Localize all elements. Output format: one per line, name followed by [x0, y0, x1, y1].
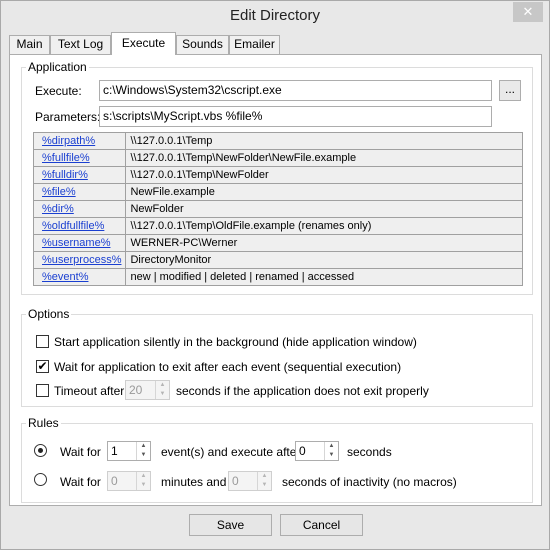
rule2-minutes-stepper[interactable]: 0 ▲ ▼: [107, 471, 151, 491]
macro-value: DirectoryMonitor: [125, 251, 523, 269]
table-row: %dirpath% \\127.0.0.1\Temp: [32, 132, 523, 150]
table-row: %username% WERNER-PC\Werner: [32, 234, 523, 252]
tab-text-log[interactable]: Text Log: [50, 35, 111, 54]
arrow-down-icon[interactable]: ▼: [325, 451, 338, 460]
timeout-suffix: seconds if the application does not exit…: [176, 384, 429, 398]
macro-link-fulldir[interactable]: %fulldir%: [32, 166, 127, 184]
rule2-seconds-stepper[interactable]: 0 ▲ ▼: [228, 471, 272, 491]
window-title: Edit Directory: [229, 7, 321, 24]
execute-input[interactable]: c:\Windows\System32\cscript.exe: [99, 80, 492, 101]
macro-link-dir[interactable]: %dir%: [32, 200, 127, 218]
macro-value: \\127.0.0.1\Temp\NewFolder: [125, 166, 523, 184]
rule2-radio[interactable]: [34, 473, 47, 486]
tab-execute[interactable]: Execute: [111, 32, 176, 55]
table-row: %fulldir% \\127.0.0.1\Temp\NewFolder: [32, 166, 523, 184]
tab-main[interactable]: Main: [9, 35, 50, 54]
tab-sounds[interactable]: Sounds: [176, 35, 229, 54]
arrow-up-icon[interactable]: ▲: [325, 442, 338, 451]
table-row: %oldfullfile% \\127.0.0.1\Temp\OldFile.e…: [32, 217, 523, 235]
edit-directory-window: Edit Directory ✕ Main Text Log Execute S…: [0, 0, 550, 550]
timeout-value: 20: [129, 383, 143, 397]
macro-value: new | modified | deleted | renamed | acc…: [125, 268, 523, 286]
table-row: %userprocess% DirectoryMonitor: [32, 251, 523, 269]
rule2-prefix: Wait for: [60, 475, 101, 489]
arrow-down-icon[interactable]: ▼: [137, 451, 150, 460]
wait-exit-checkbox[interactable]: ✔: [36, 360, 49, 373]
timeout-stepper[interactable]: 20 ▲ ▼: [125, 380, 170, 400]
arrow-up-icon[interactable]: ▲: [137, 442, 150, 451]
spin-arrows: ▲ ▼: [324, 442, 338, 460]
macro-link-userprocess[interactable]: %userprocess%: [32, 251, 127, 269]
macro-link-file[interactable]: %file%: [32, 183, 127, 201]
rules-group-label: Rules: [26, 416, 61, 430]
rule2-seconds-value: 0: [232, 474, 239, 488]
radio-selected-dot: [38, 448, 43, 453]
title-bar: Edit Directory ✕: [1, 1, 549, 33]
arrow-up-icon[interactable]: ▲: [156, 381, 169, 390]
macro-value: NewFile.example: [125, 183, 523, 201]
macro-value: \\127.0.0.1\Temp\OldFile.example (rename…: [125, 217, 523, 235]
options-group-label: Options: [26, 307, 72, 321]
rule1-events-stepper[interactable]: 1 ▲ ▼: [107, 441, 151, 461]
macro-link-event[interactable]: %event%: [32, 268, 127, 286]
table-row: %event% new | modified | deleted | renam…: [32, 268, 523, 286]
arrow-down-icon[interactable]: ▼: [137, 481, 150, 490]
rule1-seconds-stepper[interactable]: 0 ▲ ▼: [295, 441, 339, 461]
macro-link-fullfile[interactable]: %fullfile%: [32, 149, 127, 167]
wait-exit-label: Wait for application to exit after each …: [54, 360, 402, 374]
rule2-suffix: seconds of inactivity (no macros): [282, 475, 457, 489]
timeout-checkbox[interactable]: ✔: [36, 384, 49, 397]
arrow-up-icon[interactable]: ▲: [137, 472, 150, 481]
rule2-minutes-value: 0: [111, 474, 118, 488]
parameters-label: Parameters:: [35, 110, 101, 124]
silent-checkbox[interactable]: ✔: [36, 335, 49, 348]
macro-value: \\127.0.0.1\Temp\NewFolder\NewFile.examp…: [125, 149, 523, 167]
table-row: %fullfile% \\127.0.0.1\Temp\NewFolder\Ne…: [32, 149, 523, 167]
rule1-events-value: 1: [111, 444, 118, 458]
rule1-seconds-value: 0: [299, 444, 306, 458]
spin-arrows: ▲ ▼: [136, 442, 150, 460]
rule1-prefix: Wait for: [60, 445, 101, 459]
rule1-radio[interactable]: [34, 444, 47, 457]
arrow-down-icon[interactable]: ▼: [156, 390, 169, 399]
macro-link-dirpath[interactable]: %dirpath%: [32, 132, 127, 150]
macro-link-username[interactable]: %username%: [32, 234, 127, 252]
application-group-label: Application: [26, 60, 89, 74]
rule1-suffix: seconds: [347, 445, 392, 459]
spin-arrows: ▲ ▼: [136, 472, 150, 490]
macro-value: \\127.0.0.1\Temp: [125, 132, 523, 150]
tab-emailer[interactable]: Emailer: [229, 35, 280, 54]
rule1-mid: event(s) and execute after: [161, 445, 301, 459]
parameters-input[interactable]: s:\scripts\MyScript.vbs %file%: [99, 106, 492, 127]
timeout-label: Timeout after: [54, 384, 125, 398]
table-row: %file% NewFile.example: [32, 183, 523, 201]
arrow-up-icon[interactable]: ▲: [258, 472, 271, 481]
spin-arrows: ▲ ▼: [155, 381, 169, 399]
macro-value: NewFolder: [125, 200, 523, 218]
spin-arrows: ▲ ▼: [257, 472, 271, 490]
save-button[interactable]: Save: [189, 514, 272, 536]
macro-value: WERNER-PC\Werner: [125, 234, 523, 252]
arrow-down-icon[interactable]: ▼: [258, 481, 271, 490]
check-icon: ✔: [37, 359, 48, 373]
rule2-mid: minutes and: [161, 475, 227, 489]
close-icon: ✕: [522, 4, 534, 19]
cancel-button[interactable]: Cancel: [280, 514, 363, 536]
execute-label: Execute:: [35, 84, 82, 98]
silent-label: Start application silently in the backgr…: [54, 335, 417, 349]
macro-link-oldfullfile[interactable]: %oldfullfile%: [32, 217, 127, 235]
browse-button[interactable]: ...: [499, 80, 521, 101]
close-button[interactable]: ✕: [513, 2, 543, 22]
macro-table: %dirpath% \\127.0.0.1\Temp %fullfile% \\…: [32, 132, 523, 286]
table-row: %dir% NewFolder: [32, 200, 523, 218]
rules-group: [21, 423, 533, 503]
